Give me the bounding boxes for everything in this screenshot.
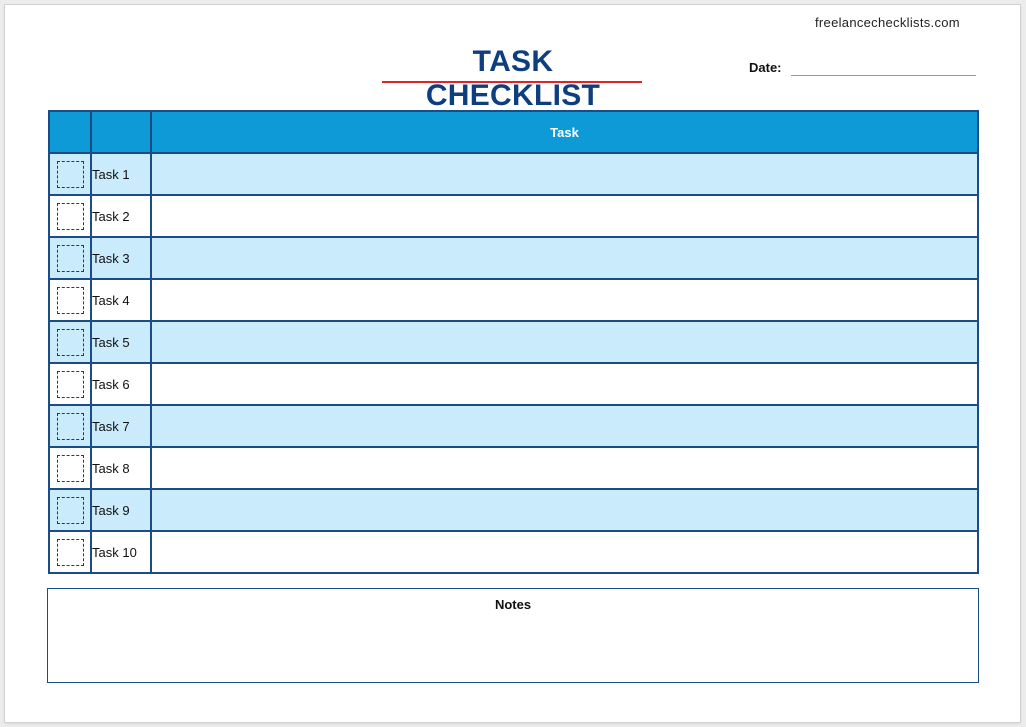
date-label: Date: [749, 60, 782, 75]
task-label: Task 9 [90, 488, 152, 532]
task-description-cell[interactable] [150, 488, 979, 532]
notes-box[interactable]: Notes [47, 588, 979, 683]
table-row: Task 4 [48, 278, 979, 322]
table-row: Task 10 [48, 530, 979, 574]
task-description-cell[interactable] [150, 278, 979, 322]
checkbox-icon[interactable] [56, 328, 84, 356]
task-description-cell[interactable] [150, 362, 979, 406]
table-row: Task 2 [48, 194, 979, 238]
checkbox-icon[interactable] [56, 160, 84, 188]
table-row: Task 7 [48, 404, 979, 448]
checkbox-cell [48, 320, 92, 364]
checkbox-icon[interactable] [56, 202, 84, 230]
checkbox-icon[interactable] [56, 496, 84, 524]
table-row: Task 3 [48, 236, 979, 280]
checkbox-cell [48, 446, 92, 490]
title-underline [382, 81, 642, 83]
checkbox-icon[interactable] [56, 454, 84, 482]
task-column-header: Task [150, 110, 979, 154]
task-description-cell[interactable] [150, 530, 979, 574]
task-description-cell[interactable] [150, 320, 979, 364]
website-label: freelancechecklists.com [815, 15, 960, 30]
checkbox-icon[interactable] [56, 412, 84, 440]
task-label: Task 8 [90, 446, 152, 490]
table-row: Task 5 [48, 320, 979, 364]
checkbox-cell [48, 194, 92, 238]
task-label: Task 6 [90, 362, 152, 406]
task-description-cell[interactable] [150, 152, 979, 196]
page-title: TASK CHECKLIST [425, 45, 601, 112]
checkbox-cell [48, 362, 92, 406]
task-table: Task Task 1 Task 2 Task 3 Task 4 Task 5 Task … [48, 110, 979, 574]
checkbox-icon[interactable] [56, 286, 84, 314]
notes-title: Notes [494, 597, 532, 612]
task-label: Task 10 [90, 530, 152, 574]
checkbox-cell [48, 488, 92, 532]
task-description-cell[interactable] [150, 404, 979, 448]
checklist-page: freelancechecklists.com TASK CHECKLIST D… [5, 5, 1020, 722]
task-label: Task 2 [90, 194, 152, 238]
table-row: Task 1 [48, 152, 979, 196]
checkbox-column-header [48, 110, 92, 154]
checkbox-cell [48, 404, 92, 448]
table-row: Task 9 [48, 488, 979, 532]
checkbox-icon[interactable] [56, 538, 84, 566]
task-description-cell[interactable] [150, 194, 979, 238]
checkbox-cell [48, 530, 92, 574]
task-rows: Task 1 Task 2 Task 3 Task 4 Task 5 Task 6 Task… [48, 152, 979, 574]
checkbox-cell [48, 278, 92, 322]
table-row: Task 8 [48, 446, 979, 490]
label-column-header [90, 110, 152, 154]
table-row: Task 6 [48, 362, 979, 406]
checkbox-icon[interactable] [56, 370, 84, 398]
date-field[interactable] [791, 75, 976, 76]
task-label: Task 1 [90, 152, 152, 196]
task-label: Task 4 [90, 278, 152, 322]
task-description-cell[interactable] [150, 446, 979, 490]
task-label: Task 3 [90, 236, 152, 280]
checkbox-icon[interactable] [56, 244, 84, 272]
task-label: Task 5 [90, 320, 152, 364]
checkbox-cell [48, 236, 92, 280]
task-label: Task 7 [90, 404, 152, 448]
table-header-row: Task [48, 110, 979, 154]
checkbox-cell [48, 152, 92, 196]
task-description-cell[interactable] [150, 236, 979, 280]
